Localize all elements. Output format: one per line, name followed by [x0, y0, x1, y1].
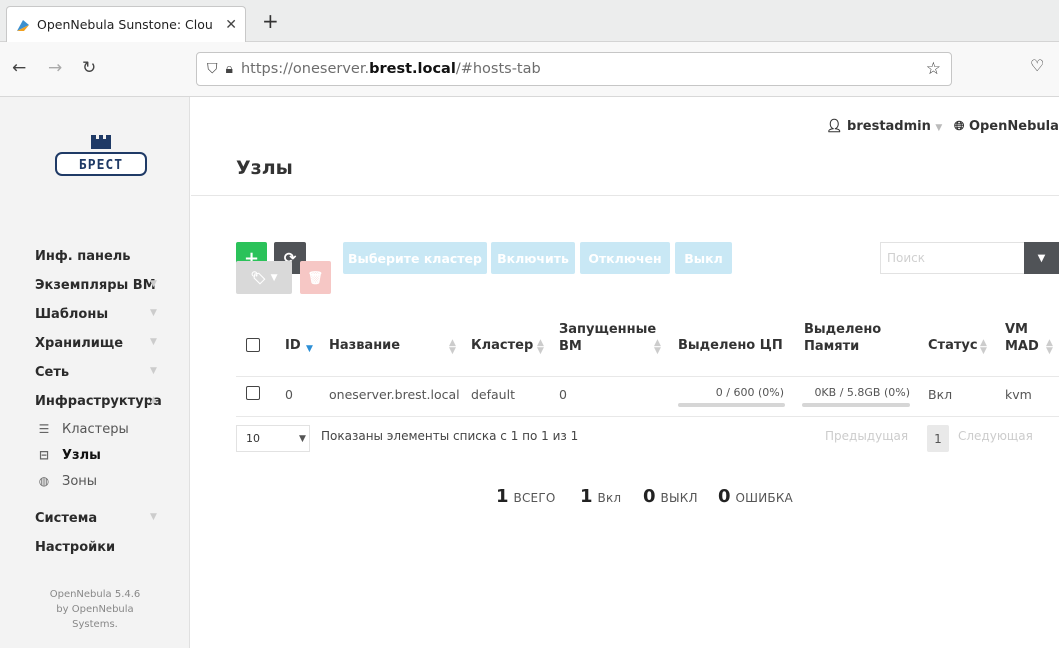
- shield-icon[interactable]: ⛉: [207, 61, 218, 77]
- sidebar-menu: Инф. панель Экземпляры ВМ ▼ Шаблоны ▼ Хран…: [0, 242, 190, 562]
- hdd-icon: ⊟: [38, 448, 50, 462]
- cell-memory-usage: 0KB / 5.8GB (0%): [814, 386, 910, 399]
- column-header-vm-mad[interactable]: VM MAD: [1005, 321, 1039, 355]
- sidebar-item-dashboard[interactable]: Инф. панель: [0, 242, 190, 271]
- enable-button[interactable]: Включить: [491, 242, 575, 274]
- chevron-down-icon: ▼: [935, 123, 943, 133]
- browser-nav-bar: ← → ↻ ⛉ 🔒︎ https://oneserver.brest.local…: [0, 42, 1059, 97]
- current-page-button[interactable]: 1: [927, 425, 949, 452]
- cell-name: oneserver.brest.local: [329, 387, 460, 402]
- forward-arrow-icon[interactable]: →: [48, 58, 62, 78]
- sort-desc-icon[interactable]: ▼: [306, 345, 313, 354]
- trash-icon: 🗑︎: [307, 269, 324, 285]
- sort-icon[interactable]: ▲ ▼: [980, 339, 987, 356]
- browser-tab-title: OpenNebula Sunstone: Clou: [37, 17, 213, 32]
- column-header-name[interactable]: Название: [329, 337, 400, 354]
- sidebar: БРЕСТ Инф. панель Экземпляры ВМ ▼ Шаблоны…: [0, 97, 190, 648]
- browser-tab-bar: OpenNebula Sunstone: Clou ✕ +: [0, 0, 1059, 42]
- header-divider: [191, 195, 1059, 196]
- summary-off: 0 выкл: [643, 486, 698, 507]
- sort-icon[interactable]: ▲ ▼: [537, 339, 544, 356]
- table-divider: [236, 416, 1059, 417]
- chevron-down-icon: ▼: [1037, 252, 1046, 264]
- browser-tab[interactable]: OpenNebula Sunstone: Clou ✕: [6, 6, 246, 42]
- sort-icon[interactable]: ▲ ▼: [654, 339, 661, 356]
- previous-page-button[interactable]: Предыдущая: [825, 429, 908, 443]
- server-icon: ☰: [38, 422, 50, 436]
- chevron-down-icon: ▼: [150, 308, 157, 318]
- new-tab-icon[interactable]: +: [262, 11, 279, 31]
- chevron-up-icon: ▲: [150, 395, 157, 405]
- showing-entries-text: Показаны элементы списка с 1 по 1 из 1: [321, 429, 579, 443]
- user-icon: 👤︎: [826, 119, 843, 134]
- column-header-allocated-memory[interactable]: Выделено Памяти: [804, 321, 881, 355]
- opennebula-favicon-icon: [17, 19, 29, 31]
- sidebar-item-templates[interactable]: Шаблоны ▼: [0, 300, 190, 329]
- reload-icon[interactable]: ↻: [82, 58, 96, 78]
- sidebar-item-system[interactable]: Система ▼: [0, 504, 190, 533]
- search-options-button[interactable]: ▼: [1024, 242, 1059, 274]
- select-all-checkbox[interactable]: [246, 338, 260, 352]
- sidebar-item-settings[interactable]: Настройки: [0, 533, 190, 562]
- column-header-status[interactable]: Статус: [928, 337, 978, 354]
- version-info: OpenNebula 5.4.6 by OpenNebula Systems.: [49, 589, 141, 630]
- cell-vm-mad: kvm: [1005, 387, 1032, 402]
- url-bar[interactable]: ⛉ 🔒︎ https://oneserver.brest.local/#host…: [196, 52, 952, 86]
- column-header-cluster[interactable]: Кластер: [471, 337, 533, 354]
- sidebar-item-zones[interactable]: ◍ Зоны: [0, 468, 190, 494]
- summary-error: 0 ошибка: [718, 486, 793, 507]
- summary-total: 1 всего: [496, 486, 556, 507]
- pocket-icon[interactable]: ♡: [1030, 56, 1044, 75]
- chevron-down-icon: ▼: [150, 366, 157, 376]
- page-size-select[interactable]: 10 ▼: [236, 425, 310, 452]
- sidebar-item-clusters[interactable]: ☰ Кластеры: [0, 416, 190, 442]
- delete-button[interactable]: 🗑︎: [300, 261, 331, 294]
- globe-icon: ◍: [38, 474, 50, 488]
- close-tab-icon[interactable]: ✕: [225, 17, 237, 33]
- cell-running-vms: 0: [559, 387, 567, 402]
- select-cluster-button[interactable]: Выберите кластер: [343, 242, 487, 274]
- zone-menu[interactable]: 🌐︎ OpenNebula: [954, 119, 1059, 134]
- page-title: Узлы: [236, 157, 293, 179]
- sidebar-item-instances[interactable]: Экземпляры ВМ ▼: [0, 271, 190, 300]
- next-page-button[interactable]: Следующая: [958, 429, 1033, 443]
- cell-cpu-usage: 0 / 600 (0%): [715, 386, 784, 399]
- back-arrow-icon[interactable]: ←: [12, 58, 26, 78]
- url-text: https://oneserver.brest.local/#hosts-tab: [240, 61, 541, 77]
- sidebar-item-network[interactable]: Сеть ▼: [0, 358, 190, 387]
- row-checkbox[interactable]: [246, 386, 260, 400]
- summary-on: 1 Вкл: [580, 486, 622, 507]
- chevron-down-icon: ▼: [270, 272, 278, 283]
- column-header-id[interactable]: ID: [285, 337, 301, 354]
- user-menu[interactable]: 👤︎ brestadmin ▼: [826, 119, 942, 134]
- memory-usage-bar: [802, 403, 910, 407]
- sort-icon[interactable]: ▲ ▼: [1046, 339, 1053, 356]
- sidebar-item-storage[interactable]: Хранилище ▼: [0, 329, 190, 358]
- search-input[interactable]: [880, 242, 1026, 274]
- sort-icon[interactable]: ▲ ▼: [449, 339, 456, 356]
- tag-icon: 🏷︎: [250, 269, 267, 285]
- sidebar-item-infrastructure[interactable]: Инфраструктура ▲: [0, 387, 190, 416]
- bookmark-star-icon[interactable]: ☆: [926, 59, 941, 79]
- chevron-down-icon: ▼: [150, 512, 157, 522]
- off-button[interactable]: Выкл: [675, 242, 732, 274]
- cpu-usage-bar: [678, 403, 785, 407]
- globe-icon: 🌐︎: [954, 119, 965, 134]
- brest-logo[interactable]: БРЕСТ: [53, 131, 149, 181]
- cell-status: Вкл: [928, 387, 953, 402]
- labels-dropdown-button[interactable]: 🏷︎ ▼: [236, 261, 292, 294]
- chevron-down-icon: ▼: [150, 337, 157, 347]
- chevron-down-icon: ▼: [299, 433, 306, 444]
- cell-id: 0: [285, 387, 293, 402]
- table-divider: [236, 376, 1059, 377]
- disable-button[interactable]: Отключен: [580, 242, 670, 274]
- chevron-down-icon: ▼: [150, 279, 157, 289]
- cell-cluster: default: [471, 387, 515, 402]
- sidebar-item-hosts[interactable]: ⊟ Узлы: [0, 442, 190, 468]
- column-header-running-vms[interactable]: Запущенные ВМ: [559, 321, 656, 355]
- column-header-allocated-cpu[interactable]: Выделено ЦП: [678, 337, 783, 354]
- svg-text:БРЕСТ: БРЕСТ: [79, 158, 123, 173]
- lock-icon[interactable]: 🔒︎: [226, 61, 233, 77]
